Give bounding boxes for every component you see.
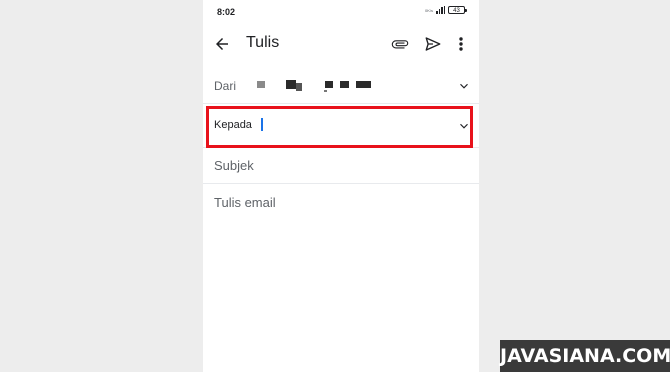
status-time: 8:02 — [217, 7, 236, 17]
app-bar: Tulis — [203, 26, 479, 62]
net-speed-text: 0K/s — [425, 7, 434, 13]
from-field[interactable]: Dari — [203, 68, 479, 104]
redacted-email-block — [286, 80, 296, 89]
paperclip-icon[interactable] — [391, 35, 409, 53]
redacted-email-block — [356, 81, 371, 88]
subject-field[interactable]: Subjek — [203, 148, 479, 184]
status-icons: 0K/s 43 — [425, 6, 467, 14]
page-title: Tulis — [246, 34, 280, 51]
battery-icon: 43 — [448, 6, 467, 14]
arrow-back-icon[interactable] — [213, 35, 231, 53]
redacted-email-block — [257, 81, 265, 88]
to-field[interactable]: Kepada — [203, 104, 479, 148]
status-bar: 8:02 0K/s 43 — [203, 0, 479, 26]
signal-icon — [436, 6, 445, 14]
chevron-down-icon[interactable] — [457, 79, 471, 93]
redacted-email-block — [340, 81, 349, 88]
redacted-email-block — [324, 90, 327, 92]
more-vert-icon[interactable] — [454, 35, 468, 53]
from-label: Dari — [214, 79, 237, 93]
phone-screen: 8:02 0K/s 43 Tulis Dari Kepada Subjek Tu… — [203, 0, 479, 372]
send-icon[interactable] — [424, 35, 442, 53]
red-highlight-box — [206, 106, 473, 148]
watermark-logo: JAVASIANA.COM — [500, 340, 670, 372]
email-body-field[interactable]: Tulis email — [214, 195, 276, 210]
redacted-email-block — [325, 81, 333, 88]
redacted-email-block — [296, 83, 302, 91]
subject-placeholder: Subjek — [214, 158, 254, 173]
